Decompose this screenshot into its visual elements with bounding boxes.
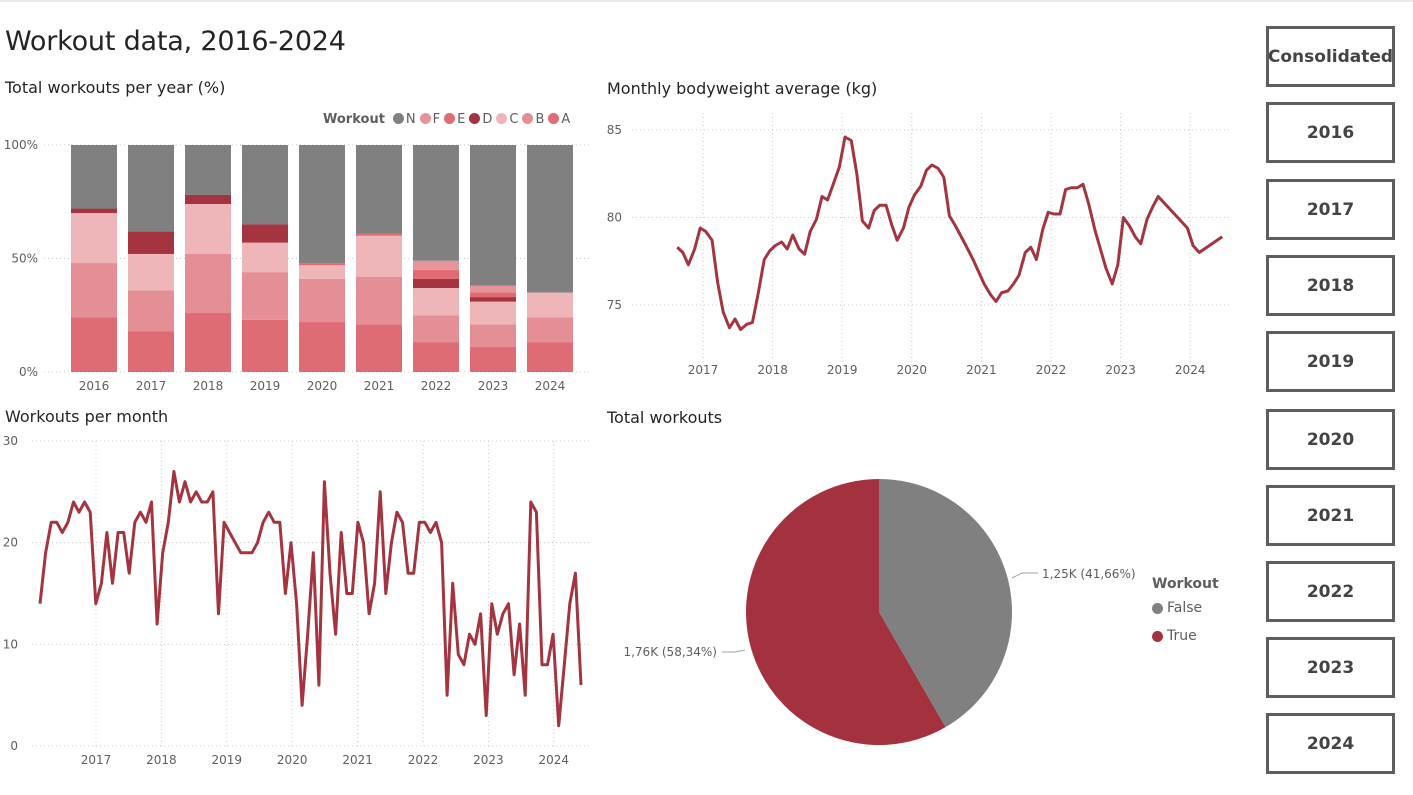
x-tick-label: 2023 — [478, 379, 509, 393]
bar-segment-e-2021 — [356, 233, 402, 236]
bar-segment-a-2023 — [470, 347, 516, 372]
x-tick-label: 2024 — [1175, 363, 1206, 377]
bar-segment-n-2017 — [128, 145, 174, 232]
x-tick-label: 2017 — [136, 379, 167, 393]
bar-segment-b-2016 — [71, 263, 117, 318]
bar-segment-a-2021 — [356, 324, 402, 372]
x-tick-label: 2017 — [688, 363, 719, 377]
bar-segment-b-2024 — [527, 317, 573, 343]
y-tick-label: 10 — [3, 637, 18, 651]
bar-segment-a-2018 — [185, 312, 231, 372]
bar-segment-c-2024 — [527, 292, 573, 318]
bar-segment-d-2017 — [128, 231, 174, 254]
bar-segment-d-2016 — [71, 208, 117, 214]
bar-segment-a-2016 — [71, 317, 117, 372]
bar-segment-c-2017 — [128, 253, 174, 291]
bar-segment-d-2018 — [185, 194, 231, 205]
x-tick-label: 2022 — [421, 379, 452, 393]
bar-segment-c-2021 — [356, 235, 402, 277]
x-tick-label: 2018 — [193, 379, 224, 393]
bar-segment-n-2022 — [413, 145, 459, 261]
bar-segment-b-2021 — [356, 276, 402, 325]
x-tick-label: 2016 — [79, 379, 110, 393]
bar-segment-e-2020 — [299, 263, 345, 266]
x-tick-label: 2021 — [966, 363, 997, 377]
pie-leader-line-true — [722, 649, 746, 653]
bar-segment-n-2016 — [71, 145, 117, 209]
bar-segment-n-2021 — [356, 145, 402, 234]
x-tick-label: 2019 — [250, 379, 281, 393]
y-tick-label: 85 — [607, 123, 622, 137]
bar-segment-d-2019 — [242, 224, 288, 243]
x-tick-label: 2020 — [277, 753, 308, 767]
x-tick-label: 2022 — [408, 753, 439, 767]
x-tick-label: 2024 — [539, 753, 570, 767]
bar-segment-c-2019 — [242, 242, 288, 273]
x-tick-label: 2020 — [307, 379, 338, 393]
bar-segment-b-2022 — [413, 315, 459, 343]
bar-segment-n-2019 — [242, 145, 288, 225]
bar-segment-d-2023 — [470, 297, 516, 302]
bar-segment-a-2022 — [413, 342, 459, 372]
bar-segment-c-2020 — [299, 265, 345, 279]
y-tick-label: 0% — [19, 365, 38, 379]
bar-segment-b-2018 — [185, 253, 231, 313]
bar-segment-b-2023 — [470, 324, 516, 348]
bar-segment-n-2020 — [299, 145, 345, 264]
bar-segment-c-2016 — [71, 213, 117, 264]
x-tick-label: 2024 — [535, 379, 566, 393]
pie-leader-line-false — [1011, 572, 1038, 579]
bodyweight-series-line — [676, 135, 1224, 331]
y-tick-label: 30 — [3, 434, 18, 448]
x-tick-label: 2021 — [342, 753, 373, 767]
bar-segment-e-2023 — [470, 292, 516, 298]
x-tick-label: 2019 — [212, 753, 243, 767]
bar-segment-b-2017 — [128, 290, 174, 332]
pie-data-label-true: 1,76K (58,34%) — [623, 645, 717, 659]
bar-segment-n-2024 — [527, 145, 573, 293]
bar-segment-f-2023 — [470, 285, 516, 293]
bar-segment-b-2020 — [299, 278, 345, 323]
x-tick-label: 2017 — [81, 753, 112, 767]
pie-data-label-false: 1,25K (41,66%) — [1042, 567, 1136, 581]
y-tick-label: 0 — [10, 739, 18, 753]
bar-segment-b-2019 — [242, 272, 288, 320]
bar-segment-a-2024 — [527, 342, 573, 372]
x-tick-label: 2023 — [1105, 363, 1136, 377]
y-tick-label: 20 — [3, 536, 18, 550]
charts-canvas: 100%50%0%2016 2017 2018 2019 2020 2021 2022 202… — [3, 113, 1232, 767]
bar-segment-n-2018 — [185, 145, 231, 195]
x-tick-label: 2021 — [364, 379, 395, 393]
x-tick-label: 2018 — [757, 363, 788, 377]
bar-segment-c-2022 — [413, 288, 459, 316]
x-tick-label: 2023 — [473, 753, 504, 767]
y-tick-label: 80 — [607, 211, 622, 225]
y-tick-label: 50% — [11, 252, 38, 266]
permonth-series-line — [38, 470, 583, 728]
x-tick-label: 2018 — [146, 753, 177, 767]
bar-segment-a-2017 — [128, 331, 174, 372]
bar-segment-c-2018 — [185, 204, 231, 254]
bar-segment-d-2022 — [413, 278, 459, 289]
x-tick-label: 2019 — [827, 363, 858, 377]
y-tick-label: 75 — [607, 298, 622, 312]
bar-segment-a-2019 — [242, 319, 288, 372]
x-tick-label: 2022 — [1036, 363, 1067, 377]
bar-segment-f-2022 — [413, 260, 459, 270]
bar-segment-e-2022 — [413, 269, 459, 279]
y-tick-label: 100% — [4, 138, 38, 152]
bar-segment-c-2023 — [470, 301, 516, 325]
bar-segment-a-2020 — [299, 322, 345, 372]
bar-segment-n-2023 — [470, 145, 516, 286]
x-tick-label: 2020 — [897, 363, 928, 377]
